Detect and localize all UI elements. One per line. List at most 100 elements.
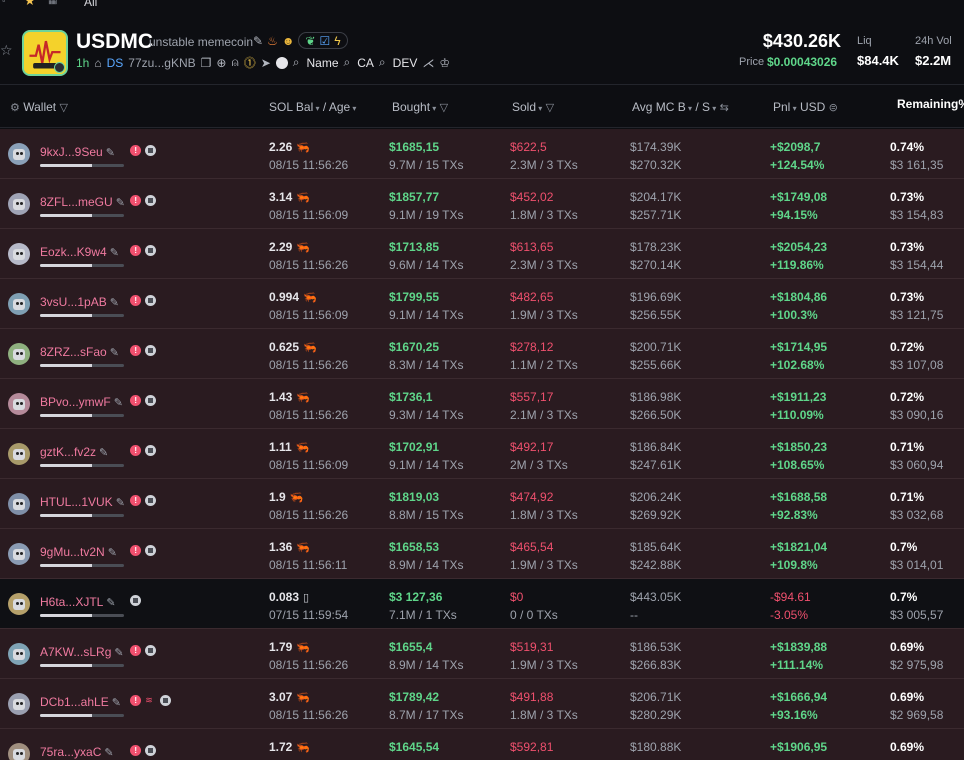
sniper-alert-icon[interactable]: ! (130, 495, 142, 506)
table-row[interactable]: 8ZFL...meGU ✎! 3.14 🦐 08/15 11:56:09 $1857,77… (0, 179, 964, 229)
search-dev-icon[interactable]: ⌕ (379, 55, 386, 70)
edit-label-icon[interactable]: ✎ (106, 147, 115, 159)
pnl-column-header[interactable]: Pnl ▾ USD ⊜ (773, 100, 838, 114)
currency-icon[interactable]: ⊜ (829, 102, 838, 114)
edit-label-icon[interactable]: ✎ (99, 447, 108, 459)
filter-all-select[interactable]: All (84, 0, 97, 9)
table-row[interactable]: DCb1...ahLE ✎! ≋ 3.07 🦐 08/15 11:56:26 $1789,4… (0, 679, 964, 729)
wallet-info-icon[interactable] (145, 445, 157, 456)
edit-label-icon[interactable]: ✎ (114, 397, 123, 409)
wallet-info-icon[interactable] (145, 495, 157, 506)
wallet-address[interactable]: A7KW...sLRg ✎ (40, 645, 124, 659)
wallet-info-icon[interactable] (145, 345, 157, 356)
table-row[interactable]: H6ta...XJTL ✎ 0.083 ▯ 07/15 11:59:54 $3 127,3… (0, 579, 964, 629)
edit-label-icon[interactable]: ✎ (112, 697, 121, 709)
wallet-info-icon[interactable] (145, 145, 157, 156)
settings-gear-icon[interactable]: ⚙ (10, 102, 20, 114)
wallet-info-icon[interactable] (160, 695, 172, 706)
wallet-address[interactable]: BPvo...ymwF ✎ (40, 395, 123, 409)
table-row[interactable]: HTUL...1VUK ✎! 1.9 🦐 08/15 11:56:26 $1819,03 8… (0, 479, 964, 529)
wallet-address[interactable]: 9gMu...tv2N ✎ (40, 545, 117, 559)
table-row[interactable]: BPvo...ymwF ✎! 1.43 🦐 08/15 11:56:26 $1736,1 9… (0, 379, 964, 429)
share-icon[interactable]: ⋌ (422, 56, 434, 70)
edit-label-icon[interactable]: ✎ (108, 547, 117, 559)
edit-label-icon[interactable]: ✎ (104, 747, 113, 759)
avg-mc-column-header[interactable]: Avg MC B ▾ / S ▾ ⇆ (632, 100, 729, 114)
telegram-icon[interactable]: ➤ (261, 56, 271, 70)
wallet-info-icon[interactable] (145, 295, 157, 306)
table-row[interactable]: gztK...fv2z ✎! 1.11 🦐 08/15 11:56:09 $1702,91… (0, 429, 964, 479)
wallet-address[interactable]: 3vsU...1pAB ✎ (40, 295, 119, 309)
wallet-info-icon[interactable] (145, 745, 157, 756)
table-row[interactable]: 9gMu...tv2N ✎! 1.36 🦐 08/15 11:56:11 $1658,53… (0, 529, 964, 579)
wallet-info-icon[interactable] (145, 395, 157, 406)
sniper-alert-icon[interactable]: ! (130, 345, 142, 356)
crown-icon[interactable]: ♔ (439, 56, 450, 70)
ds-label[interactable]: DS (107, 56, 124, 70)
table-row[interactable]: A7KW...sLRg ✎! 1.79 🦐 08/15 11:56:26 $1655,4 8… (0, 629, 964, 679)
profile-icon[interactable]: ⍝ (231, 55, 238, 70)
wallet-address[interactable]: 8ZFL...meGU ✎ (40, 195, 125, 209)
sniper-alert-icon[interactable]: ! (130, 395, 142, 406)
sniper-alert-icon[interactable]: ! (130, 245, 142, 256)
table-row[interactable]: Eozk...K9w4 ✎! 2.29 🦐 08/15 11:56:26 $1713,85… (0, 229, 964, 279)
sniper-alert-icon[interactable]: ! (130, 195, 142, 206)
edit-label-icon[interactable]: ✎ (114, 647, 123, 659)
wallet-column-header[interactable]: ⚙ Wallet ▽ (10, 100, 68, 114)
search-name-icon[interactable]: ⌕ (293, 55, 300, 70)
copy-icon[interactable]: ❐ (201, 56, 212, 70)
filter-icon[interactable]: ◦ (2, 0, 6, 7)
favorite-star-icon[interactable]: ★ (24, 0, 36, 9)
edit-label-icon[interactable]: ✎ (110, 297, 119, 309)
wallet-info-icon[interactable] (145, 195, 157, 206)
remaining-column-header[interactable]: Remaining% (897, 97, 964, 111)
social-pill[interactable]: ❦ ☑ ϟ (298, 32, 348, 49)
edit-label-icon[interactable]: ✎ (116, 497, 125, 509)
table-row[interactable]: 8ZRZ...sFao ✎! 0.625 🦐 08/15 11:56:26 $1670,2… (0, 329, 964, 379)
search-dev-link[interactable]: DEV (393, 56, 418, 70)
sniper-alert-icon[interactable]: ! (130, 445, 142, 456)
sol-bal-column-header[interactable]: SOL Bal ▾ / Age ▾ (269, 100, 356, 114)
edit-icon[interactable]: ✎ (253, 34, 263, 48)
sniper-alert-icon[interactable]: ! (130, 645, 142, 656)
wallet-filter-icon[interactable]: ▽ (59, 102, 67, 114)
edit-label-icon[interactable]: ✎ (110, 347, 119, 359)
menu-circle-icon[interactable] (275, 56, 288, 69)
bought-column-header[interactable]: Bought ▾ ▽ (392, 100, 448, 114)
wallet-address[interactable]: H6ta...XJTL ✎ (40, 595, 116, 609)
bundle-icon[interactable]: ≋ (145, 695, 156, 706)
wallet-address[interactable]: gztK...fv2z ✎ (40, 445, 108, 459)
table-row[interactable]: 9kxJ...9Seu ✎! 2.26 🦐 08/15 11:56:26 $1685,15… (0, 129, 964, 179)
wallet-info-icon[interactable] (130, 595, 142, 606)
edit-label-icon[interactable]: ✎ (110, 247, 119, 259)
wallet-address[interactable]: 8ZRZ...sFao ✎ (40, 345, 119, 359)
sold-filter-icon[interactable]: ▽ (546, 102, 554, 114)
wallet-info-icon[interactable] (145, 245, 157, 256)
watchlist-star-icon[interactable]: ☆ (0, 42, 13, 59)
sold-column-header[interactable]: Sold ▾ ▽ (512, 100, 554, 114)
sniper-alert-icon[interactable]: ! (130, 145, 142, 156)
contract-address[interactable]: 77zu...gKNB (128, 56, 195, 70)
bought-filter-icon[interactable]: ▽ (440, 102, 448, 114)
search-name-link[interactable]: Name (307, 56, 339, 70)
table-row[interactable]: 3vsU...1pAB ✎! 0.994 🦐 08/15 11:56:09 $1799,5… (0, 279, 964, 329)
chart-icon[interactable]: ▦ (48, 0, 57, 6)
search-ca-link[interactable]: CA (357, 56, 374, 70)
sniper-alert-icon[interactable]: ! (130, 295, 142, 306)
sniper-alert-icon[interactable]: ! (130, 745, 142, 756)
edit-label-icon[interactable]: ✎ (106, 597, 115, 609)
warning-icon[interactable]: ⓵ (244, 54, 256, 71)
swap-arrows-icon[interactable]: ⇆ (720, 102, 729, 114)
wallet-address[interactable]: DCb1...ahLE ✎ (40, 695, 121, 709)
wallet-info-icon[interactable] (145, 645, 157, 656)
wallet-address[interactable]: HTUL...1VUK ✎ (40, 495, 125, 509)
table-row[interactable]: 75ra...yxaC ✎! 1.72 🦐 $1645,54 $592,81 $180.88… (0, 729, 964, 760)
wallet-address[interactable]: Eozk...K9w4 ✎ (40, 245, 119, 259)
wallet-info-icon[interactable] (145, 545, 157, 556)
sniper-alert-icon[interactable]: ! (130, 695, 142, 706)
wallet-address[interactable]: 9kxJ...9Seu ✎ (40, 145, 115, 159)
sniper-alert-icon[interactable]: ! (130, 545, 142, 556)
edit-label-icon[interactable]: ✎ (116, 197, 125, 209)
wallet-address[interactable]: 75ra...yxaC ✎ (40, 745, 114, 759)
website-icon[interactable]: ⊕ (216, 56, 226, 70)
